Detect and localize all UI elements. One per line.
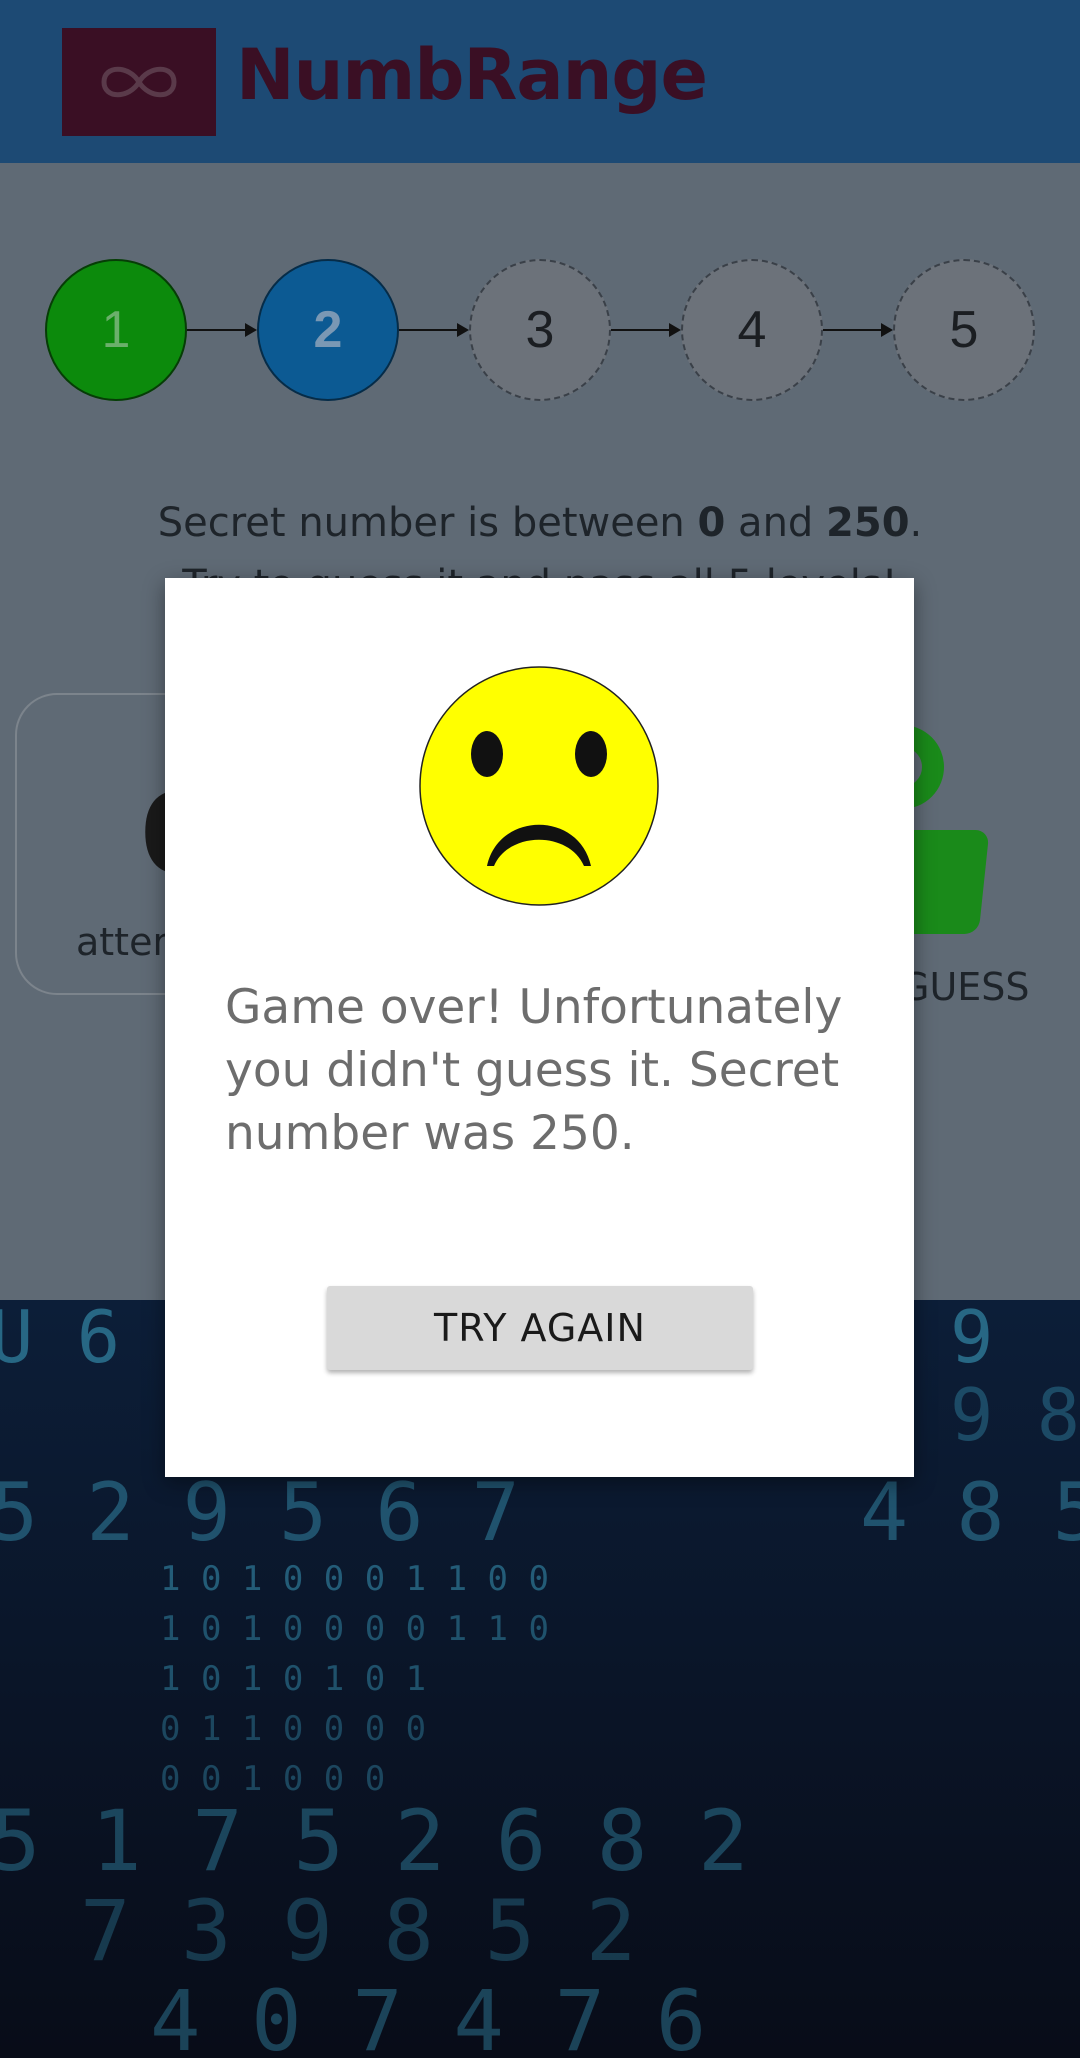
svg-text:9 8: 9 8 — [950, 1373, 1080, 1457]
svg-text:1 0 1 0 0 0 1 1 0 0: 1 0 1 0 0 0 1 1 0 0 — [160, 1559, 549, 1599]
svg-text:0 1 1 0 0 0 0: 0 1 1 0 0 0 0 — [160, 1709, 426, 1749]
level-step-5: 5 — [893, 259, 1035, 401]
svg-text:U 6: U 6 — [0, 1300, 120, 1379]
app-header: NumbRange — [0, 0, 1080, 163]
level-step-2: 2 — [257, 259, 399, 401]
guess-label[interactable]: GUESS — [900, 965, 1030, 1009]
svg-text:1 0 1 0 0 0 0 1 1 0: 1 0 1 0 0 0 0 1 1 0 — [160, 1609, 549, 1649]
svg-text:1 0 1 0 1 0 1: 1 0 1 0 1 0 1 — [160, 1659, 426, 1699]
svg-text:5 1 7 5 2 6 8 2: 5 1 7 5 2 6 8 2 — [0, 1792, 749, 1890]
svg-text:9: 9 — [950, 1300, 993, 1379]
range-text: Secret number is between 0 and 250. — [157, 500, 923, 546]
infinity-icon — [101, 66, 177, 98]
dialog-message: Game over! Unfortunately you didn't gues… — [225, 980, 843, 1161]
app-logo — [62, 28, 216, 136]
step-arrow — [399, 323, 469, 337]
svg-text:4 8 5: 4 8 5 — [860, 1466, 1080, 1559]
sad-face-icon — [419, 666, 659, 906]
app-title: NumbRange — [236, 34, 708, 116]
step-arrow — [187, 323, 257, 337]
svg-text:4 0 7 4 7 6: 4 0 7 4 7 6 — [150, 1972, 706, 2058]
svg-text:7 3 9 8 5 2: 7 3 9 8 5 2 — [80, 1882, 636, 1980]
range-min: 0 — [697, 500, 726, 546]
step-arrow — [611, 323, 681, 337]
try-again-button[interactable]: TRY AGAIN — [327, 1286, 753, 1370]
level-step-1: 1 — [45, 259, 187, 401]
level-step-3: 3 — [469, 259, 611, 401]
range-max: 250 — [826, 500, 910, 546]
svg-text:5 2 9 5 6 7: 5 2 9 5 6 7 — [0, 1466, 520, 1559]
step-arrow — [823, 323, 893, 337]
game-over-dialog: Game over! Unfortunately you didn't gues… — [165, 578, 914, 1477]
level-step-4: 4 — [681, 259, 823, 401]
